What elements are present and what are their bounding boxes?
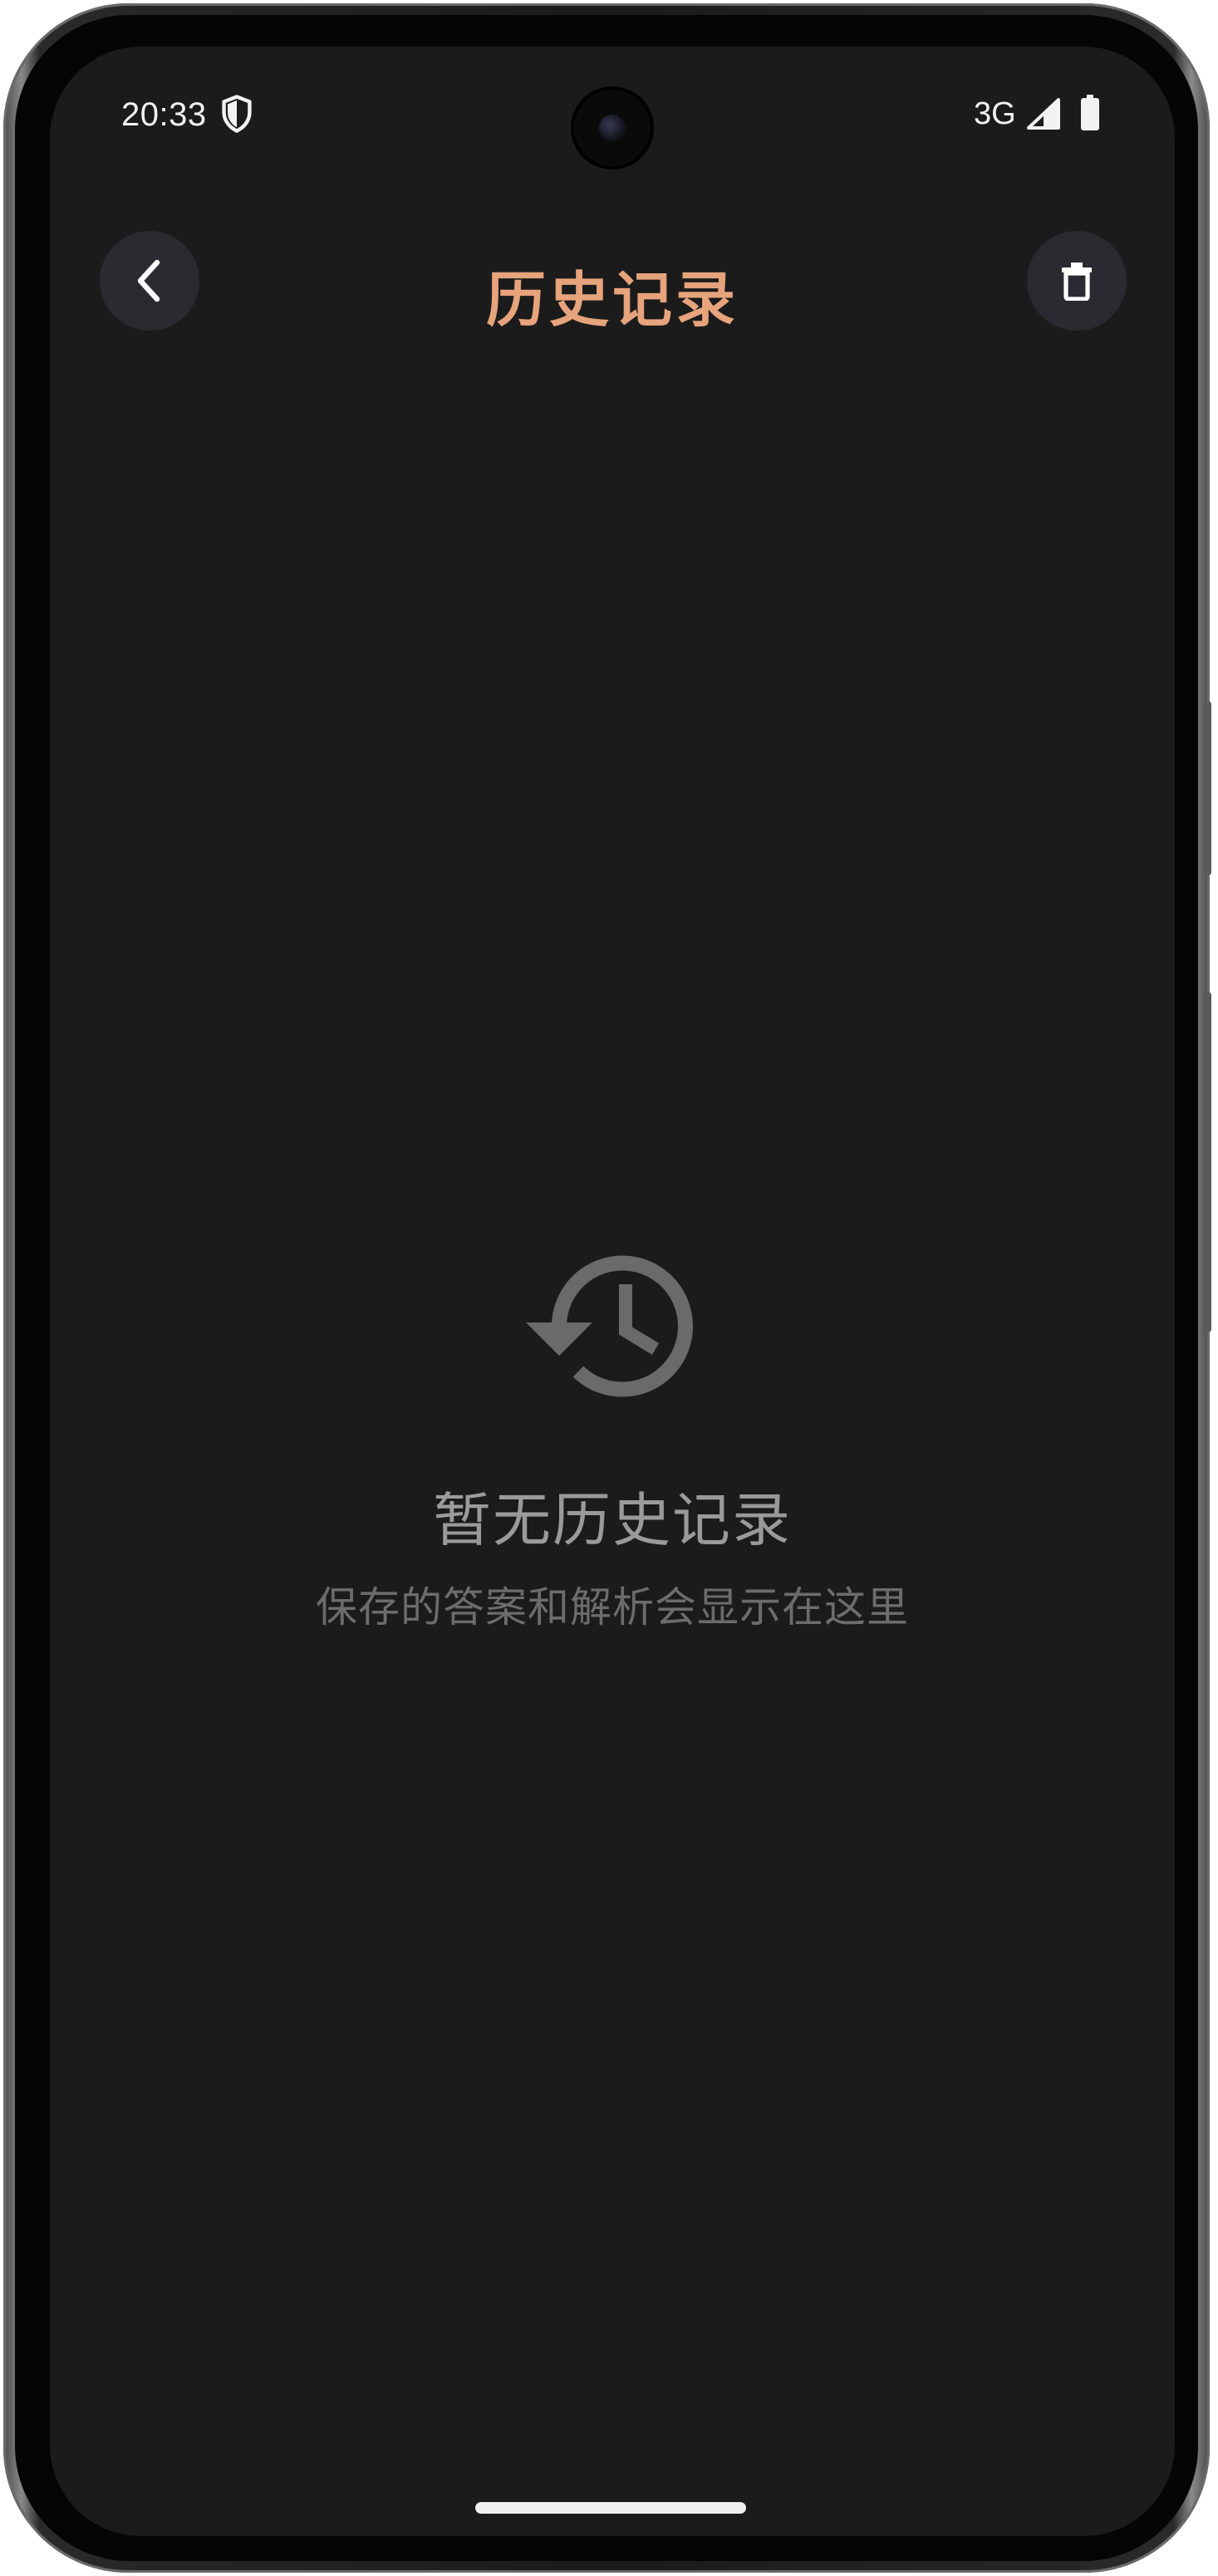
phone-frame: 20:33 3G 历史记录 暂无历史记录 保存的答案和解析会显示在这里 [3, 3, 1211, 2573]
trash-icon [1062, 263, 1092, 301]
network-type: 3G [974, 96, 1016, 131]
empty-title: 暂无历史记录 [433, 1486, 792, 1554]
history-icon [526, 1255, 693, 1397]
power-button [1205, 992, 1211, 1332]
front-camera [574, 90, 651, 166]
status-bar: 20:33 3G [50, 47, 1175, 188]
home-indicator[interactable] [475, 2502, 746, 2514]
volume-button [1205, 701, 1211, 876]
battery-icon [1081, 95, 1099, 130]
empty-state: 暂无历史记录 保存的答案和解析会显示在这里 [50, 1243, 1175, 1634]
page-title: 历史记录 [485, 265, 739, 335]
shield-icon [222, 95, 252, 133]
status-time: 20:33 [121, 96, 207, 133]
app-header: 历史记录 [50, 221, 1175, 337]
empty-subtitle: 保存的答案和解析会显示在这里 [316, 1583, 909, 1631]
delete-all-button[interactable] [1027, 231, 1127, 331]
screen: 20:33 3G 历史记录 暂无历史记录 保存的答案和解析会显示在这里 [50, 47, 1175, 2536]
signal-icon [1027, 98, 1060, 130]
